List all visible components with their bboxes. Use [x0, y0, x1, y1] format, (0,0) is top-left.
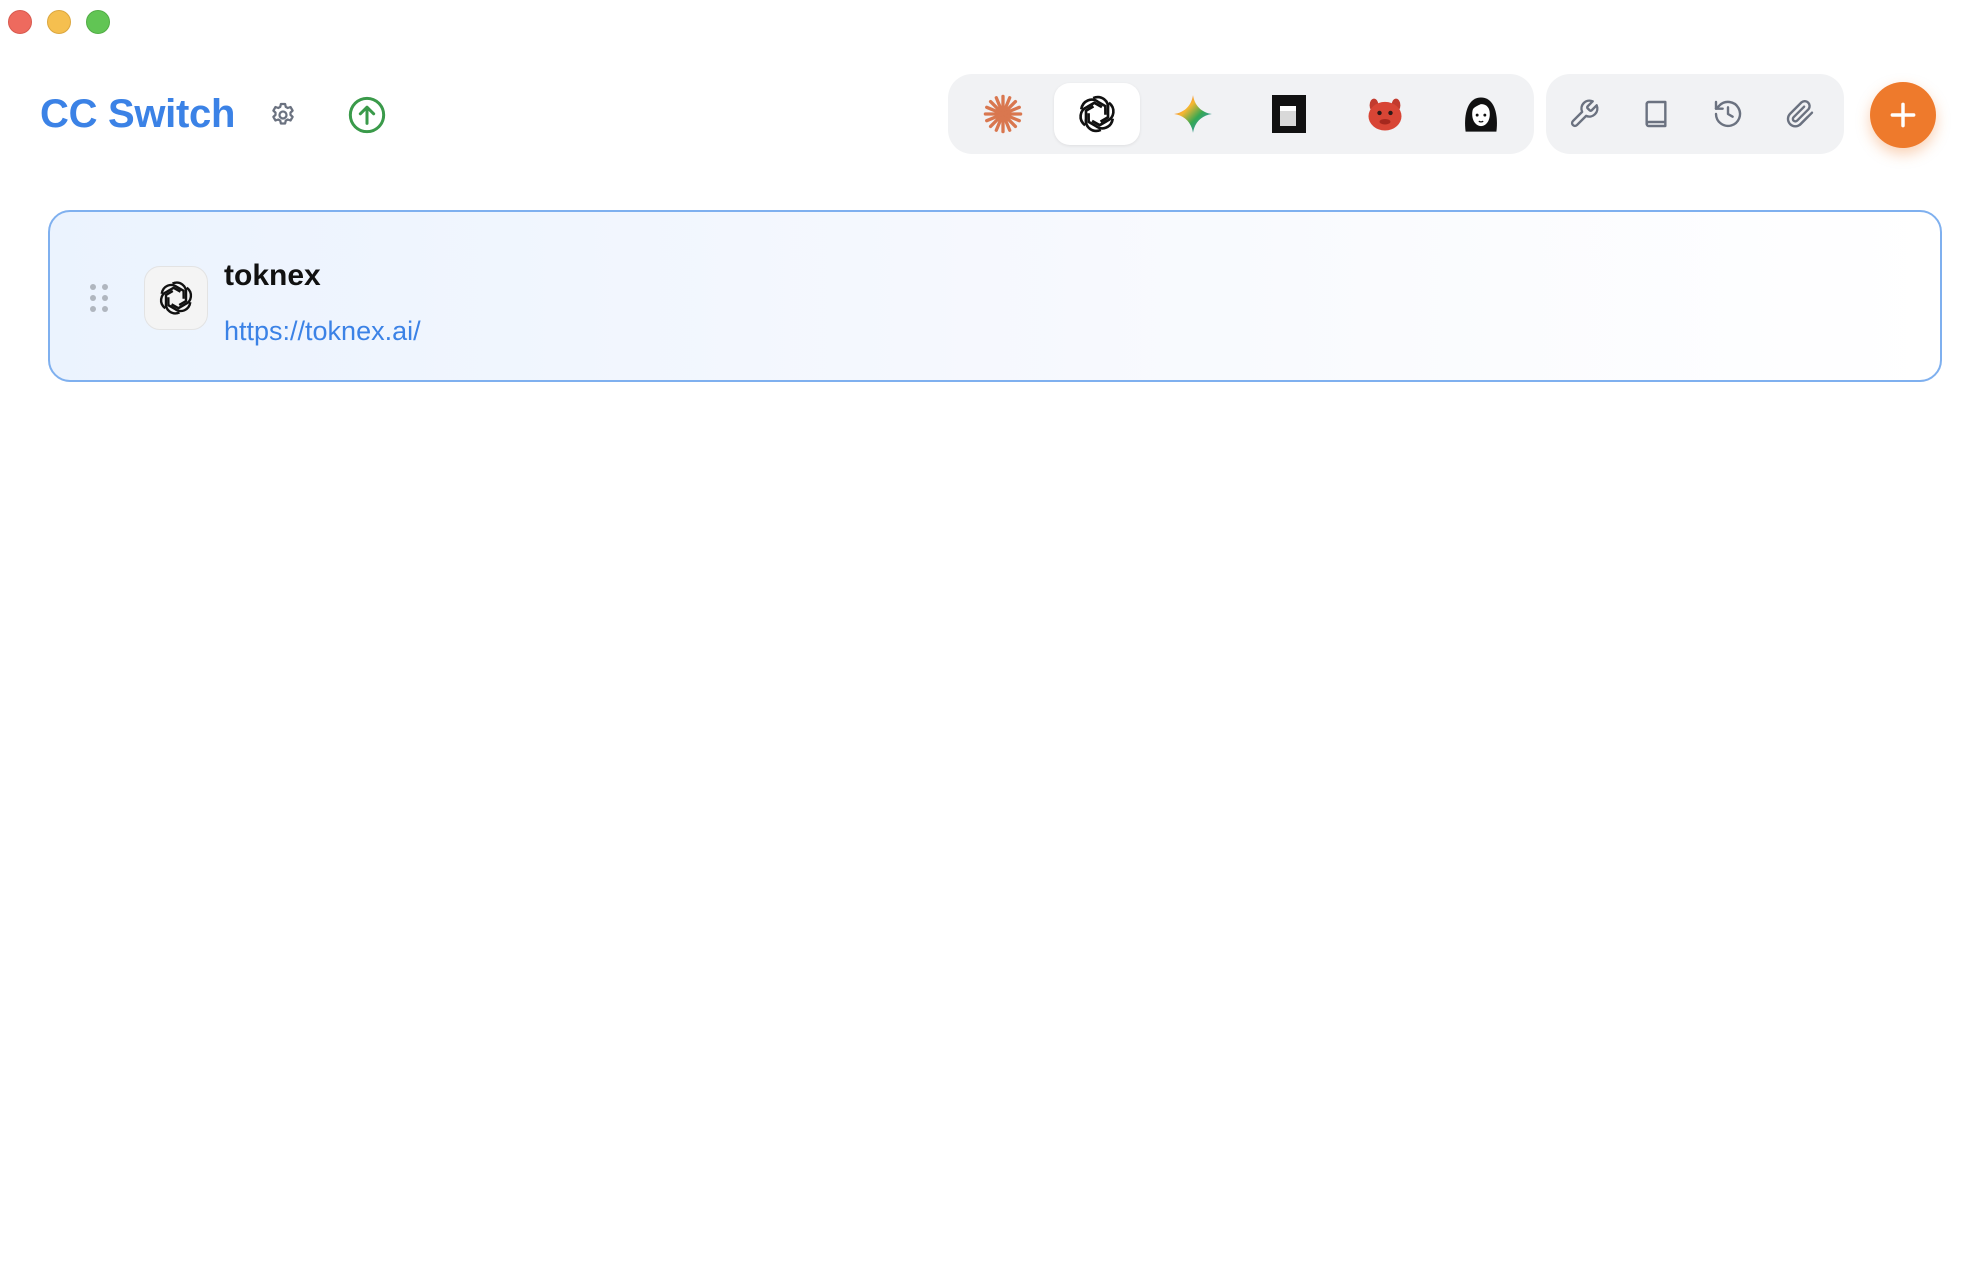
gear-icon: [272, 102, 294, 125]
black-square-logo-icon: [1272, 95, 1306, 133]
history-button[interactable]: [1704, 90, 1752, 138]
gemini-star-icon: [1174, 95, 1212, 133]
attachments-button[interactable]: [1776, 90, 1824, 138]
tab-red-mascot-app[interactable]: [1342, 83, 1428, 145]
openai-logo-icon: [1075, 94, 1119, 134]
tab-gemini[interactable]: [1150, 83, 1236, 145]
provider-name: toknex: [224, 259, 321, 292]
openai-logo-icon: [156, 280, 196, 316]
tools-button[interactable]: [1560, 90, 1608, 138]
update-button[interactable]: [344, 92, 390, 138]
add-provider-button[interactable]: [1870, 82, 1936, 148]
claude-sparkle-icon: [983, 94, 1023, 134]
window-close-button[interactable]: [8, 10, 32, 34]
wrench-icon: [1570, 99, 1599, 128]
window-minimize-button[interactable]: [47, 10, 71, 34]
red-mascot-icon: [1368, 98, 1402, 131]
app-title: CC Switch: [40, 92, 236, 136]
provider-card[interactable]: toknex https://toknex.ai/: [48, 210, 1942, 382]
tab-claude[interactable]: [960, 83, 1046, 145]
tab-terminal-app[interactable]: [1246, 83, 1332, 145]
window-maximize-button[interactable]: [86, 10, 110, 34]
plus-icon: [1890, 102, 1916, 128]
tab-avatar-app[interactable]: [1438, 83, 1524, 145]
window-controls: [8, 10, 110, 34]
history-icon: [1714, 100, 1742, 128]
arrow-up-circle-icon: [348, 96, 386, 134]
tool-bar: [1546, 74, 1844, 154]
avatar-face-icon: [1465, 97, 1497, 132]
tab-codex[interactable]: [1054, 83, 1140, 145]
provider-logo: [144, 266, 208, 330]
prompts-button[interactable]: [1632, 90, 1680, 138]
book-icon: [1645, 100, 1667, 128]
drag-handle[interactable]: [90, 284, 108, 312]
provider-url-link[interactable]: https://toknex.ai/: [224, 314, 421, 348]
paperclip-icon: [1786, 100, 1814, 128]
app-switcher: [948, 74, 1534, 154]
settings-button[interactable]: [260, 92, 306, 138]
